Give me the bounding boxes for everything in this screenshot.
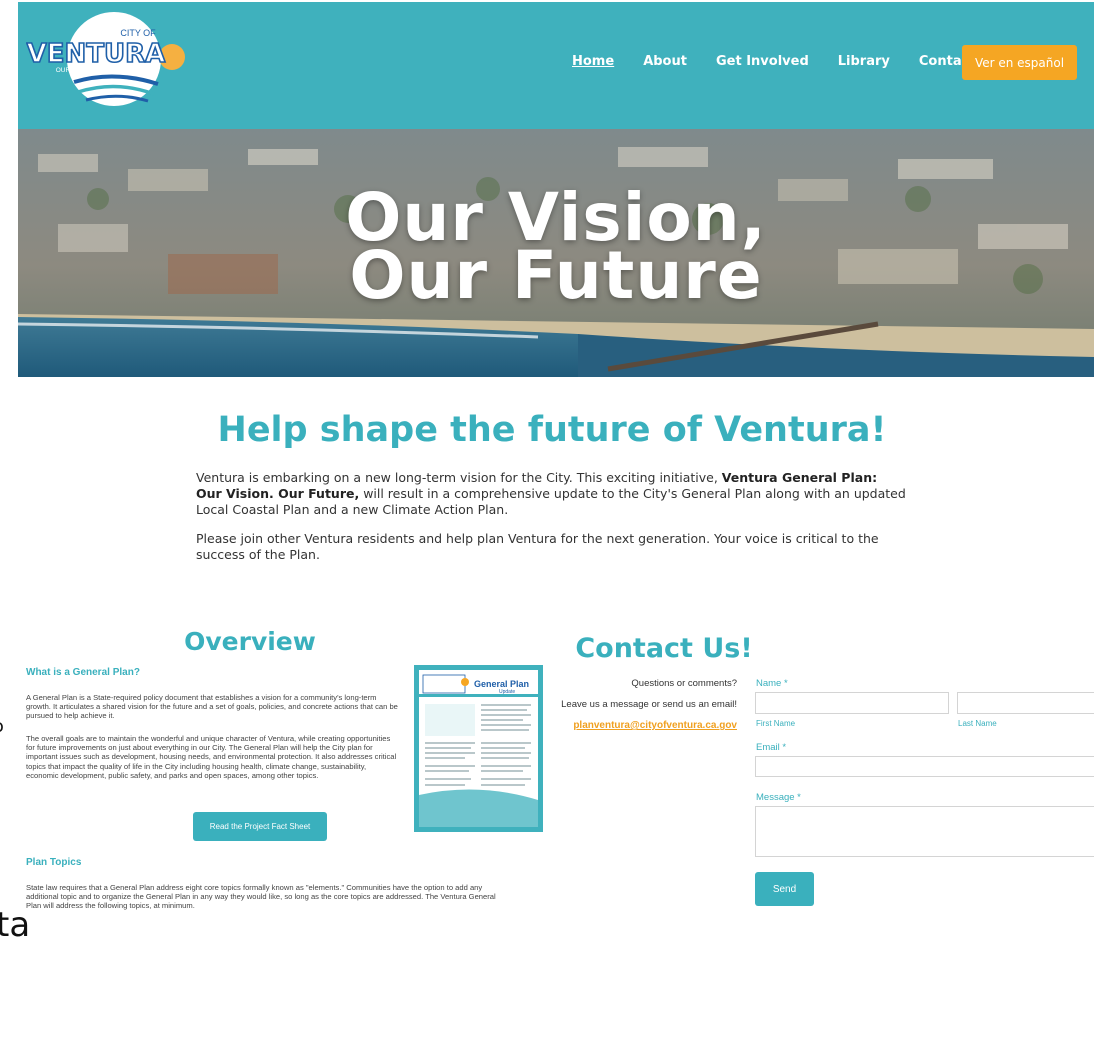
send-button[interactable]: Send xyxy=(755,872,814,906)
fact-sheet-button[interactable]: Read the Project Fact Sheet xyxy=(193,812,327,841)
intro-paragraph-1: Ventura is embarking on a new long-term … xyxy=(196,470,906,518)
message-label: Message * xyxy=(756,792,801,803)
overview-paragraph-1: A General Plan is a State-required polic… xyxy=(26,693,398,721)
contact-email-link[interactable]: planventura@cityofventura.ca.gov xyxy=(573,720,737,731)
overview-paragraph-2: The overall goals are to maintain the wo… xyxy=(26,734,397,780)
last-name-label: Last Name xyxy=(958,719,997,728)
fact-sheet-thumbnail[interactable]: General Plan Update xyxy=(414,665,543,832)
logo-city-of: CITY OF xyxy=(120,28,156,38)
plan-topics-heading: Plan Topics xyxy=(26,857,82,868)
hero-banner: Our Vision, Our Future xyxy=(18,129,1094,377)
email-label: Email * xyxy=(756,742,787,753)
intro-heading: Help shape the future of Ventura! xyxy=(217,410,887,450)
email-input[interactable] xyxy=(755,756,1094,777)
logo-name: VENTURA xyxy=(27,39,166,69)
main-nav: Home About Get Involved Library Contact xyxy=(572,54,1005,69)
hero-title-line2: Our Future xyxy=(349,237,763,314)
spanish-language-button[interactable]: Ver en español xyxy=(962,45,1077,80)
general-plan-question: What is a General Plan? xyxy=(26,667,140,678)
contact-heading: Contact Us! xyxy=(575,633,753,664)
logo-tagline: OUR VISION, OUR FUTURE xyxy=(56,67,141,74)
nav-home[interactable]: Home xyxy=(572,54,614,69)
first-name-label: First Name xyxy=(756,719,796,728)
fact-sheet-graphic xyxy=(419,674,538,827)
nav-library[interactable]: Library xyxy=(838,54,890,69)
first-name-input[interactable] xyxy=(755,692,949,714)
overview-heading: Overview xyxy=(184,627,316,656)
fact-sheet-title: General Plan xyxy=(474,679,530,689)
contact-line-2: Leave us a message or send us an email! xyxy=(561,699,737,710)
last-name-input[interactable] xyxy=(957,692,1094,714)
fact-sheet-subtitle: Update xyxy=(499,689,516,695)
nav-about[interactable]: About xyxy=(643,54,687,69)
fact-sheet-page: General Plan Update xyxy=(419,670,538,827)
intro-p1-start: Ventura is embarking on a new long-term … xyxy=(196,470,722,485)
message-textarea[interactable] xyxy=(755,806,1094,857)
city-logo[interactable]: CITY OF VENTURA OUR VISION, OUR FUTURE xyxy=(26,12,186,112)
stray-glyph-fragment-2: ta xyxy=(0,905,31,945)
stray-glyph-fragment-1: ɔ xyxy=(0,716,4,737)
nav-get-involved[interactable]: Get Involved xyxy=(716,54,809,69)
plan-topics-paragraph: State law requires that a General Plan a… xyxy=(26,883,496,911)
site-header: CITY OF VENTURA OUR VISION, OUR FUTURE H… xyxy=(18,2,1094,129)
name-label: Name * xyxy=(756,678,788,689)
contact-line-1: Questions or comments? xyxy=(631,678,737,689)
intro-paragraph-2: Please join other Ventura residents and … xyxy=(196,531,879,562)
